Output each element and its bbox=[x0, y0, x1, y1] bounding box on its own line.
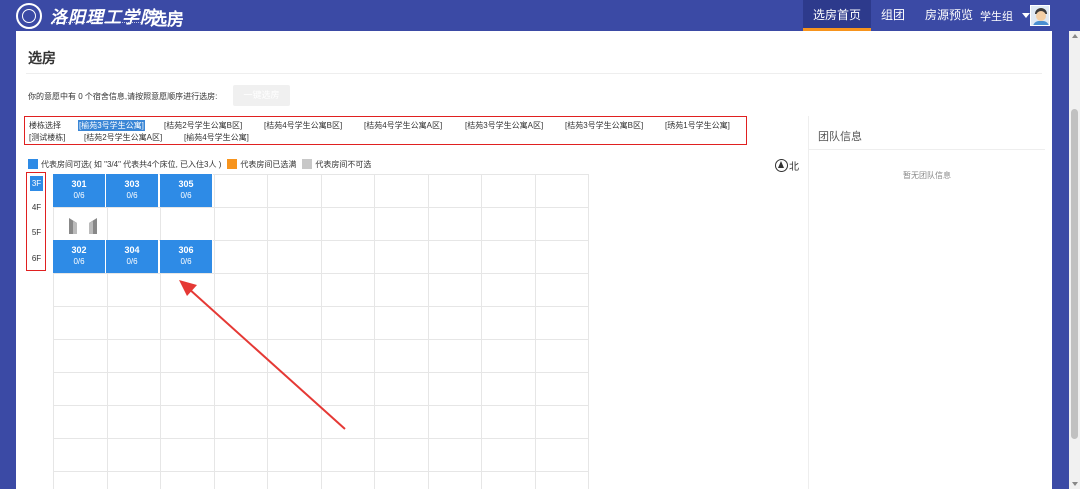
grid-line bbox=[374, 174, 375, 489]
page-title: 选房 bbox=[28, 50, 56, 66]
nav-tab-home[interactable]: 选房首页 bbox=[803, 0, 872, 31]
building-selector: 楼栋选择 [榆苑3号学生公寓] [桔苑2号学生公寓B区] [桔苑4号学生公寓B区… bbox=[24, 116, 747, 145]
building-item[interactable]: [榆苑3号学生公寓] bbox=[78, 120, 145, 131]
building-item[interactable]: [桔苑3号学生公寓A区] bbox=[465, 120, 543, 131]
intention-text: 你的意愿中有 0 个宿舍信息,请按照意愿顺序进行选房: bbox=[28, 92, 218, 101]
app-title: 选房 bbox=[150, 10, 184, 29]
room-cell-306[interactable]: 306 0/6 bbox=[160, 240, 213, 273]
user-name: 学生组 bbox=[980, 10, 1013, 23]
legend-unavailable: 代表房间不可选 bbox=[315, 159, 372, 169]
school-seal-icon bbox=[16, 3, 42, 29]
scrollbar-thumb[interactable] bbox=[1071, 109, 1078, 439]
building-item[interactable]: [榆苑4号学生公寓] bbox=[184, 132, 249, 143]
main-nav: 选房首页 组团 房源预览 bbox=[803, 0, 983, 31]
grid-line bbox=[106, 174, 108, 489]
grid-line bbox=[213, 174, 215, 489]
team-info-title: 团队信息 bbox=[818, 131, 862, 143]
full-swatch bbox=[227, 159, 238, 169]
school-name: 洛阳理工学院 bbox=[50, 8, 158, 28]
compass: 北 bbox=[775, 158, 799, 173]
page-scrollbar[interactable] bbox=[1069, 31, 1080, 489]
right-margin bbox=[1052, 31, 1069, 489]
room-beds: 0/6 bbox=[180, 257, 192, 266]
grid-line bbox=[160, 174, 161, 489]
compass-label: 北 bbox=[789, 161, 799, 173]
room-cell-304[interactable]: 304 0/6 bbox=[106, 240, 159, 273]
room-number: 301 bbox=[71, 179, 87, 189]
room-cell-303[interactable]: 303 0/6 bbox=[106, 174, 159, 207]
legend-full: 代表房间已选满 bbox=[240, 159, 297, 169]
scroll-up-icon[interactable] bbox=[1072, 34, 1078, 38]
room-beds: 0/6 bbox=[126, 191, 138, 200]
unavailable-swatch bbox=[302, 159, 313, 169]
building-label: 楼栋选择 bbox=[29, 121, 61, 130]
floor-tab[interactable]: 3F bbox=[30, 176, 43, 191]
room-beds: 0/6 bbox=[126, 257, 138, 266]
building-item[interactable]: [桔苑3号学生公寓B区] bbox=[565, 120, 643, 131]
divider bbox=[809, 149, 1045, 150]
room-beds: 0/6 bbox=[73, 257, 85, 266]
building-item[interactable]: [桔苑4号学生公寓B区] bbox=[264, 120, 342, 131]
nav-tab-preview[interactable]: 房源预览 bbox=[915, 0, 983, 31]
building-item[interactable]: [桔苑2号学生公寓B区] bbox=[164, 120, 242, 131]
room-number: 302 bbox=[71, 245, 87, 255]
available-swatch bbox=[28, 159, 38, 169]
scroll-down-icon[interactable] bbox=[1072, 482, 1078, 486]
building-item[interactable]: [桔苑2号学生公寓A区] bbox=[84, 132, 162, 143]
divider bbox=[26, 73, 1042, 74]
floor-tab[interactable]: 5F bbox=[30, 225, 43, 240]
room-number: 305 bbox=[178, 179, 194, 189]
room-cell-302[interactable]: 302 0/6 bbox=[53, 240, 106, 273]
stairs-icon bbox=[69, 218, 97, 234]
floor-tab[interactable]: 6F bbox=[30, 251, 43, 266]
user-menu[interactable]: 学生组 bbox=[980, 0, 1030, 31]
room-number: 304 bbox=[124, 245, 140, 255]
room-beds: 0/6 bbox=[180, 191, 192, 200]
one-click-select-button[interactable]: 一键选房 bbox=[233, 85, 290, 106]
caret-down-icon[interactable] bbox=[1022, 13, 1030, 18]
room-cell-301[interactable]: 301 0/6 bbox=[53, 174, 106, 207]
student-avatar-icon[interactable] bbox=[1030, 5, 1050, 26]
grid-line bbox=[320, 174, 322, 489]
room-number: 306 bbox=[178, 245, 194, 255]
grid-line bbox=[481, 174, 482, 489]
grid-line bbox=[534, 174, 536, 489]
building-item[interactable]: [测试楼栋] bbox=[29, 132, 65, 143]
room-cell-305[interactable]: 305 0/6 bbox=[160, 174, 213, 207]
room-beds: 0/6 bbox=[73, 191, 85, 200]
team-info-panel: 团队信息 暂无团队信息 bbox=[808, 116, 1045, 489]
main-panel: 选房 你的意愿中有 0 个宿舍信息,请按照意愿顺序进行选房: 一键选房 楼栋选择… bbox=[16, 31, 1052, 489]
team-empty-text: 暂无团队信息 bbox=[903, 171, 951, 180]
grid-line bbox=[53, 174, 54, 489]
north-compass-icon bbox=[775, 158, 788, 172]
floor-selector: 3F 4F 5F 6F bbox=[26, 172, 46, 271]
room-number: 303 bbox=[124, 179, 140, 189]
grid-line bbox=[427, 174, 429, 489]
building-item[interactable]: [桔苑4号学生公寓A区] bbox=[364, 120, 442, 131]
building-item[interactable]: [琇苑1号学生公寓] bbox=[665, 120, 730, 131]
room-legend: 代表房间可选( 如 "3/4" 代表共4个床位, 已入住3人 ) 代表房间已选满… bbox=[28, 158, 377, 170]
grid-line bbox=[588, 174, 589, 489]
grid-line bbox=[267, 174, 268, 489]
floor-tab[interactable]: 4F bbox=[30, 200, 43, 215]
nav-tab-team[interactable]: 组团 bbox=[871, 0, 915, 31]
left-margin bbox=[0, 31, 16, 489]
school-name-underline bbox=[51, 22, 143, 24]
top-navigation-bar: 洛阳理工学院 选房 选房首页 组团 房源预览 学生组 bbox=[0, 0, 1080, 31]
legend-available: 代表房间可选( 如 "3/4" 代表共4个床位, 已入住3人 ) bbox=[41, 159, 222, 169]
